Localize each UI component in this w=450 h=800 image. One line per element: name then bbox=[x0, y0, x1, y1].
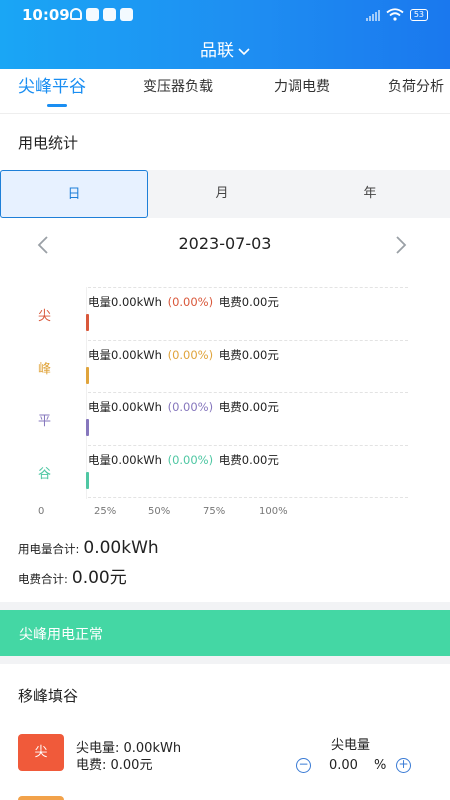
row-summary: 电量0.00kWh (0.00%) 电费0.00元 bbox=[88, 452, 279, 468]
total-fee-row: 电费合计: 0.00元 bbox=[18, 563, 127, 588]
peak-status-banner: 尖峰用电正常 bbox=[0, 610, 450, 656]
total-fee-value: 0.00元 bbox=[71, 568, 127, 588]
system-status-icons: 53 bbox=[365, 8, 428, 21]
notification-icons bbox=[70, 8, 133, 21]
section-title: 用电统计 bbox=[18, 134, 79, 152]
grid-line bbox=[88, 287, 408, 288]
app-notification-icon bbox=[120, 8, 133, 21]
row-summary: 电量0.00kWh (0.00%) 电费0.00元 bbox=[88, 294, 279, 310]
row-bar bbox=[86, 367, 89, 384]
axis-tick: 75% bbox=[203, 506, 226, 517]
axis-tick: 25% bbox=[94, 506, 117, 517]
axis-tick: 100% bbox=[259, 506, 288, 517]
chevron-down-icon bbox=[238, 48, 250, 56]
section-title: 移峰填谷 bbox=[18, 687, 79, 705]
row-fee: 电费0.00元 bbox=[218, 400, 279, 414]
signal-icon bbox=[365, 9, 380, 21]
row-percent: (0.00%) bbox=[167, 400, 214, 414]
row-label: 谷 bbox=[38, 467, 52, 482]
row-label: 尖 bbox=[38, 309, 52, 324]
peak-shift-card: 移峰填谷 尖 尖电量: 0.00kWh 电费: 0.00元 尖电量 − 0.00… bbox=[0, 664, 450, 800]
grid-line bbox=[88, 497, 408, 498]
row-energy: 电量0.00kWh bbox=[88, 400, 162, 414]
axis-tick: 0 bbox=[38, 506, 45, 517]
grid-line bbox=[88, 445, 408, 446]
station-selector[interactable]: 品联 bbox=[0, 36, 450, 61]
status-time: 10:09 bbox=[22, 6, 70, 24]
tab-power-factor-fee[interactable]: 力调电费 bbox=[274, 69, 330, 113]
row-bar bbox=[86, 419, 89, 436]
peak-category-icon: 尖 bbox=[18, 734, 64, 771]
next-date-icon[interactable] bbox=[395, 236, 407, 254]
mute-bell-icon bbox=[70, 8, 82, 20]
active-tab-indicator bbox=[47, 104, 67, 107]
total-energy-label: 用电量合计: bbox=[18, 542, 80, 556]
peak-fee-text: 电费: 0.00元 bbox=[76, 758, 153, 773]
minus-icon[interactable]: − bbox=[296, 758, 311, 773]
axis-tick: 50% bbox=[148, 506, 171, 517]
usage-stats-card: 用电统计 日 月 年 2023-07-03 尖电量0.00kWh (0.00%)… bbox=[0, 114, 450, 602]
total-energy-row: 用电量合计: 0.00kWh bbox=[18, 538, 159, 558]
status-bar: 10:09 53 bbox=[0, 0, 450, 30]
period-month[interactable]: 月 bbox=[148, 170, 296, 218]
next-category-icon bbox=[18, 796, 64, 800]
battery-icon: 53 bbox=[409, 8, 428, 21]
total-fee-label: 电费合计: bbox=[18, 572, 68, 586]
current-date[interactable]: 2023-07-03 bbox=[0, 234, 450, 253]
date-navigator: 2023-07-03 bbox=[0, 232, 450, 258]
tab-peak-valley[interactable]: 尖峰平谷 bbox=[18, 69, 86, 113]
row-energy: 电量0.00kWh bbox=[88, 295, 162, 309]
row-bar bbox=[86, 472, 89, 489]
row-summary: 电量0.00kWh (0.00%) 电费0.00元 bbox=[88, 347, 279, 363]
app-header: 10:09 53 品联 bbox=[0, 0, 450, 69]
period-day[interactable]: 日 bbox=[0, 170, 148, 218]
grid-line bbox=[88, 340, 408, 341]
stepper-unit: % bbox=[374, 758, 387, 773]
percent-stepper: − 0.00 % + bbox=[296, 756, 416, 776]
adjust-label: 尖电量 bbox=[331, 738, 371, 753]
row-fee: 电费0.00元 bbox=[218, 295, 279, 309]
row-fee: 电费0.00元 bbox=[218, 453, 279, 467]
period-selector: 日 月 年 bbox=[0, 170, 450, 218]
row-percent: (0.00%) bbox=[167, 453, 214, 467]
tab-bar: 尖峰平谷 变压器负载 力调电费 负荷分析 bbox=[0, 69, 450, 114]
app-notification-icon bbox=[103, 8, 116, 21]
row-label: 平 bbox=[38, 414, 52, 429]
row-energy: 电量0.00kWh bbox=[88, 348, 162, 362]
row-energy: 电量0.00kWh bbox=[88, 453, 162, 467]
tab-transformer-load[interactable]: 变压器负载 bbox=[143, 69, 213, 113]
peak-status-text: 尖峰用电正常 bbox=[19, 627, 103, 643]
row-percent: (0.00%) bbox=[167, 348, 214, 362]
wifi-icon bbox=[386, 8, 404, 21]
page-title: 品联 bbox=[200, 41, 234, 61]
stepper-value[interactable]: 0.00 bbox=[329, 758, 358, 773]
total-energy-value: 0.00kWh bbox=[83, 538, 159, 558]
grid-line bbox=[88, 392, 408, 393]
row-fee: 电费0.00元 bbox=[218, 348, 279, 362]
row-bar bbox=[86, 314, 89, 331]
period-year[interactable]: 年 bbox=[296, 170, 444, 218]
row-percent: (0.00%) bbox=[167, 295, 214, 309]
app-notification-icon bbox=[86, 8, 99, 21]
tab-load-analysis[interactable]: 负荷分析 bbox=[388, 69, 444, 113]
plus-icon[interactable]: + bbox=[396, 758, 411, 773]
row-summary: 电量0.00kWh (0.00%) 电费0.00元 bbox=[88, 399, 279, 415]
row-label: 峰 bbox=[38, 362, 52, 377]
